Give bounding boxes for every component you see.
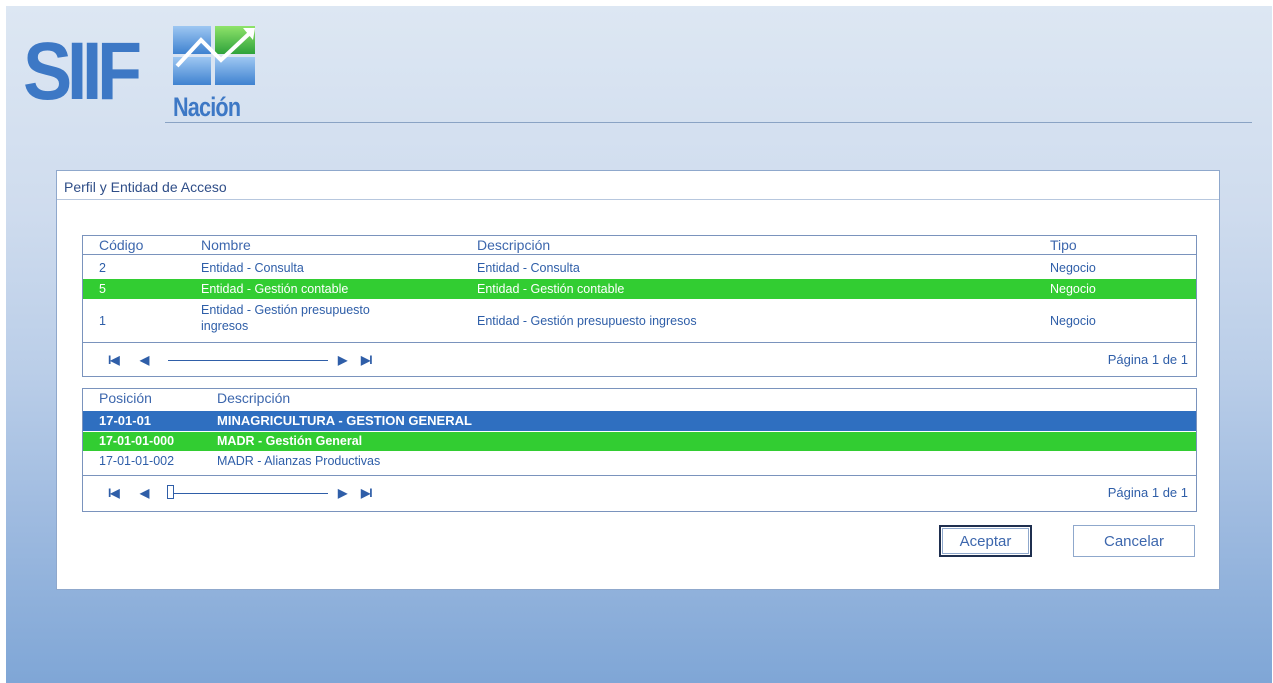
cell-descripcion: Entidad - Consulta bbox=[477, 261, 580, 275]
positions-grid: Posición Descripción 17-01-01 MINAGRICUL… bbox=[82, 388, 1197, 512]
cell-descripcion: MADR - Gestión General bbox=[217, 434, 363, 448]
position-row[interactable]: 17-01-01-002 MADR - Alianzas Productivas bbox=[83, 452, 1196, 471]
next-page-icon[interactable]: ▶ bbox=[338, 353, 347, 367]
col-tipo[interactable]: Tipo bbox=[1050, 237, 1077, 253]
dialog-title: Perfil y Entidad de Acceso bbox=[64, 179, 227, 195]
positions-header: Posición Descripción bbox=[83, 389, 1196, 407]
profiles-grid: Código Nombre Descripción Tipo 2 Entidad… bbox=[82, 235, 1197, 377]
last-page-icon[interactable]: ▶I bbox=[361, 353, 373, 367]
cell-nombre-line1: Entidad - Gestión presupuesto bbox=[201, 303, 370, 317]
page-info: Página 1 de 1 bbox=[1107, 485, 1188, 500]
cell-descripcion: Entidad - Gestión presupuesto ingresos bbox=[477, 314, 697, 328]
cell-tipo: Negocio bbox=[1050, 282, 1096, 296]
col-posicion[interactable]: Posición bbox=[99, 390, 152, 406]
cell-posicion: 17-01-01-000 bbox=[99, 434, 175, 448]
cell-tipo: Negocio bbox=[1050, 261, 1096, 275]
profile-row[interactable]: 2 Entidad - Consulta Entidad - Consulta … bbox=[83, 259, 1196, 278]
cell-descripcion: MINAGRICULTURA - GESTION GENERAL bbox=[217, 413, 472, 428]
cell-codigo: 1 bbox=[99, 314, 106, 328]
access-dialog: Perfil y Entidad de Acceso Código Nombre… bbox=[56, 170, 1220, 590]
cell-codigo: 2 bbox=[99, 261, 106, 275]
siif-logo: SIIF Nación bbox=[23, 24, 263, 124]
position-row-parent[interactable]: 17-01-01 MINAGRICULTURA - GESTION GENERA… bbox=[83, 411, 1196, 431]
cell-nombre: Entidad - Consulta bbox=[201, 261, 304, 275]
page-info: Página 1 de 1 bbox=[1107, 352, 1188, 367]
col-codigo[interactable]: Código bbox=[99, 237, 143, 253]
position-row-selected[interactable]: 17-01-01-000 MADR - Gestión General bbox=[83, 432, 1196, 451]
title-divider bbox=[57, 199, 1219, 200]
profile-row-selected[interactable]: 5 Entidad - Gestión contable Entidad - G… bbox=[83, 279, 1196, 299]
profile-row[interactable]: 1 Entidad - Gestión presupuesto ingresos… bbox=[83, 300, 1196, 338]
next-page-icon[interactable]: ▶ bbox=[338, 486, 347, 500]
page-slider[interactable] bbox=[168, 493, 328, 494]
logo-text: SIIF bbox=[23, 26, 142, 117]
cell-descripcion: Entidad - Gestión contable bbox=[477, 282, 625, 296]
positions-pager: I◀ ◀ ▶ ▶I Página 1 de 1 bbox=[83, 475, 1196, 510]
profiles-header: Código Nombre Descripción Tipo bbox=[83, 236, 1196, 255]
cancel-button[interactable]: Cancelar bbox=[1073, 525, 1195, 557]
cell-nombre-line2: ingresos bbox=[201, 319, 249, 333]
slider-thumb[interactable] bbox=[167, 485, 174, 499]
logo-chart-icon bbox=[173, 26, 255, 85]
prev-page-icon[interactable]: ◀ bbox=[140, 486, 149, 500]
logo-subtitle: Nación bbox=[173, 92, 241, 122]
cell-posicion: 17-01-01-002 bbox=[99, 454, 175, 468]
header-divider bbox=[165, 122, 1252, 123]
cell-codigo: 5 bbox=[99, 282, 106, 296]
first-page-icon[interactable]: I◀ bbox=[108, 486, 120, 500]
first-page-icon[interactable]: I◀ bbox=[108, 353, 120, 367]
col-descripcion[interactable]: Descripción bbox=[217, 390, 290, 406]
last-page-icon[interactable]: ▶I bbox=[361, 486, 373, 500]
prev-page-icon[interactable]: ◀ bbox=[140, 353, 149, 367]
accept-button[interactable]: Aceptar bbox=[939, 525, 1032, 557]
col-descripcion[interactable]: Descripción bbox=[477, 237, 550, 253]
cell-tipo: Negocio bbox=[1050, 314, 1096, 328]
cell-posicion: 17-01-01 bbox=[99, 413, 152, 428]
col-nombre[interactable]: Nombre bbox=[201, 237, 251, 253]
page-slider[interactable] bbox=[168, 360, 328, 361]
profiles-pager: I◀ ◀ ▶ ▶I Página 1 de 1 bbox=[83, 342, 1196, 377]
cell-descripcion: MADR - Alianzas Productivas bbox=[217, 454, 381, 468]
cell-nombre: Entidad - Gestión contable bbox=[201, 282, 349, 296]
